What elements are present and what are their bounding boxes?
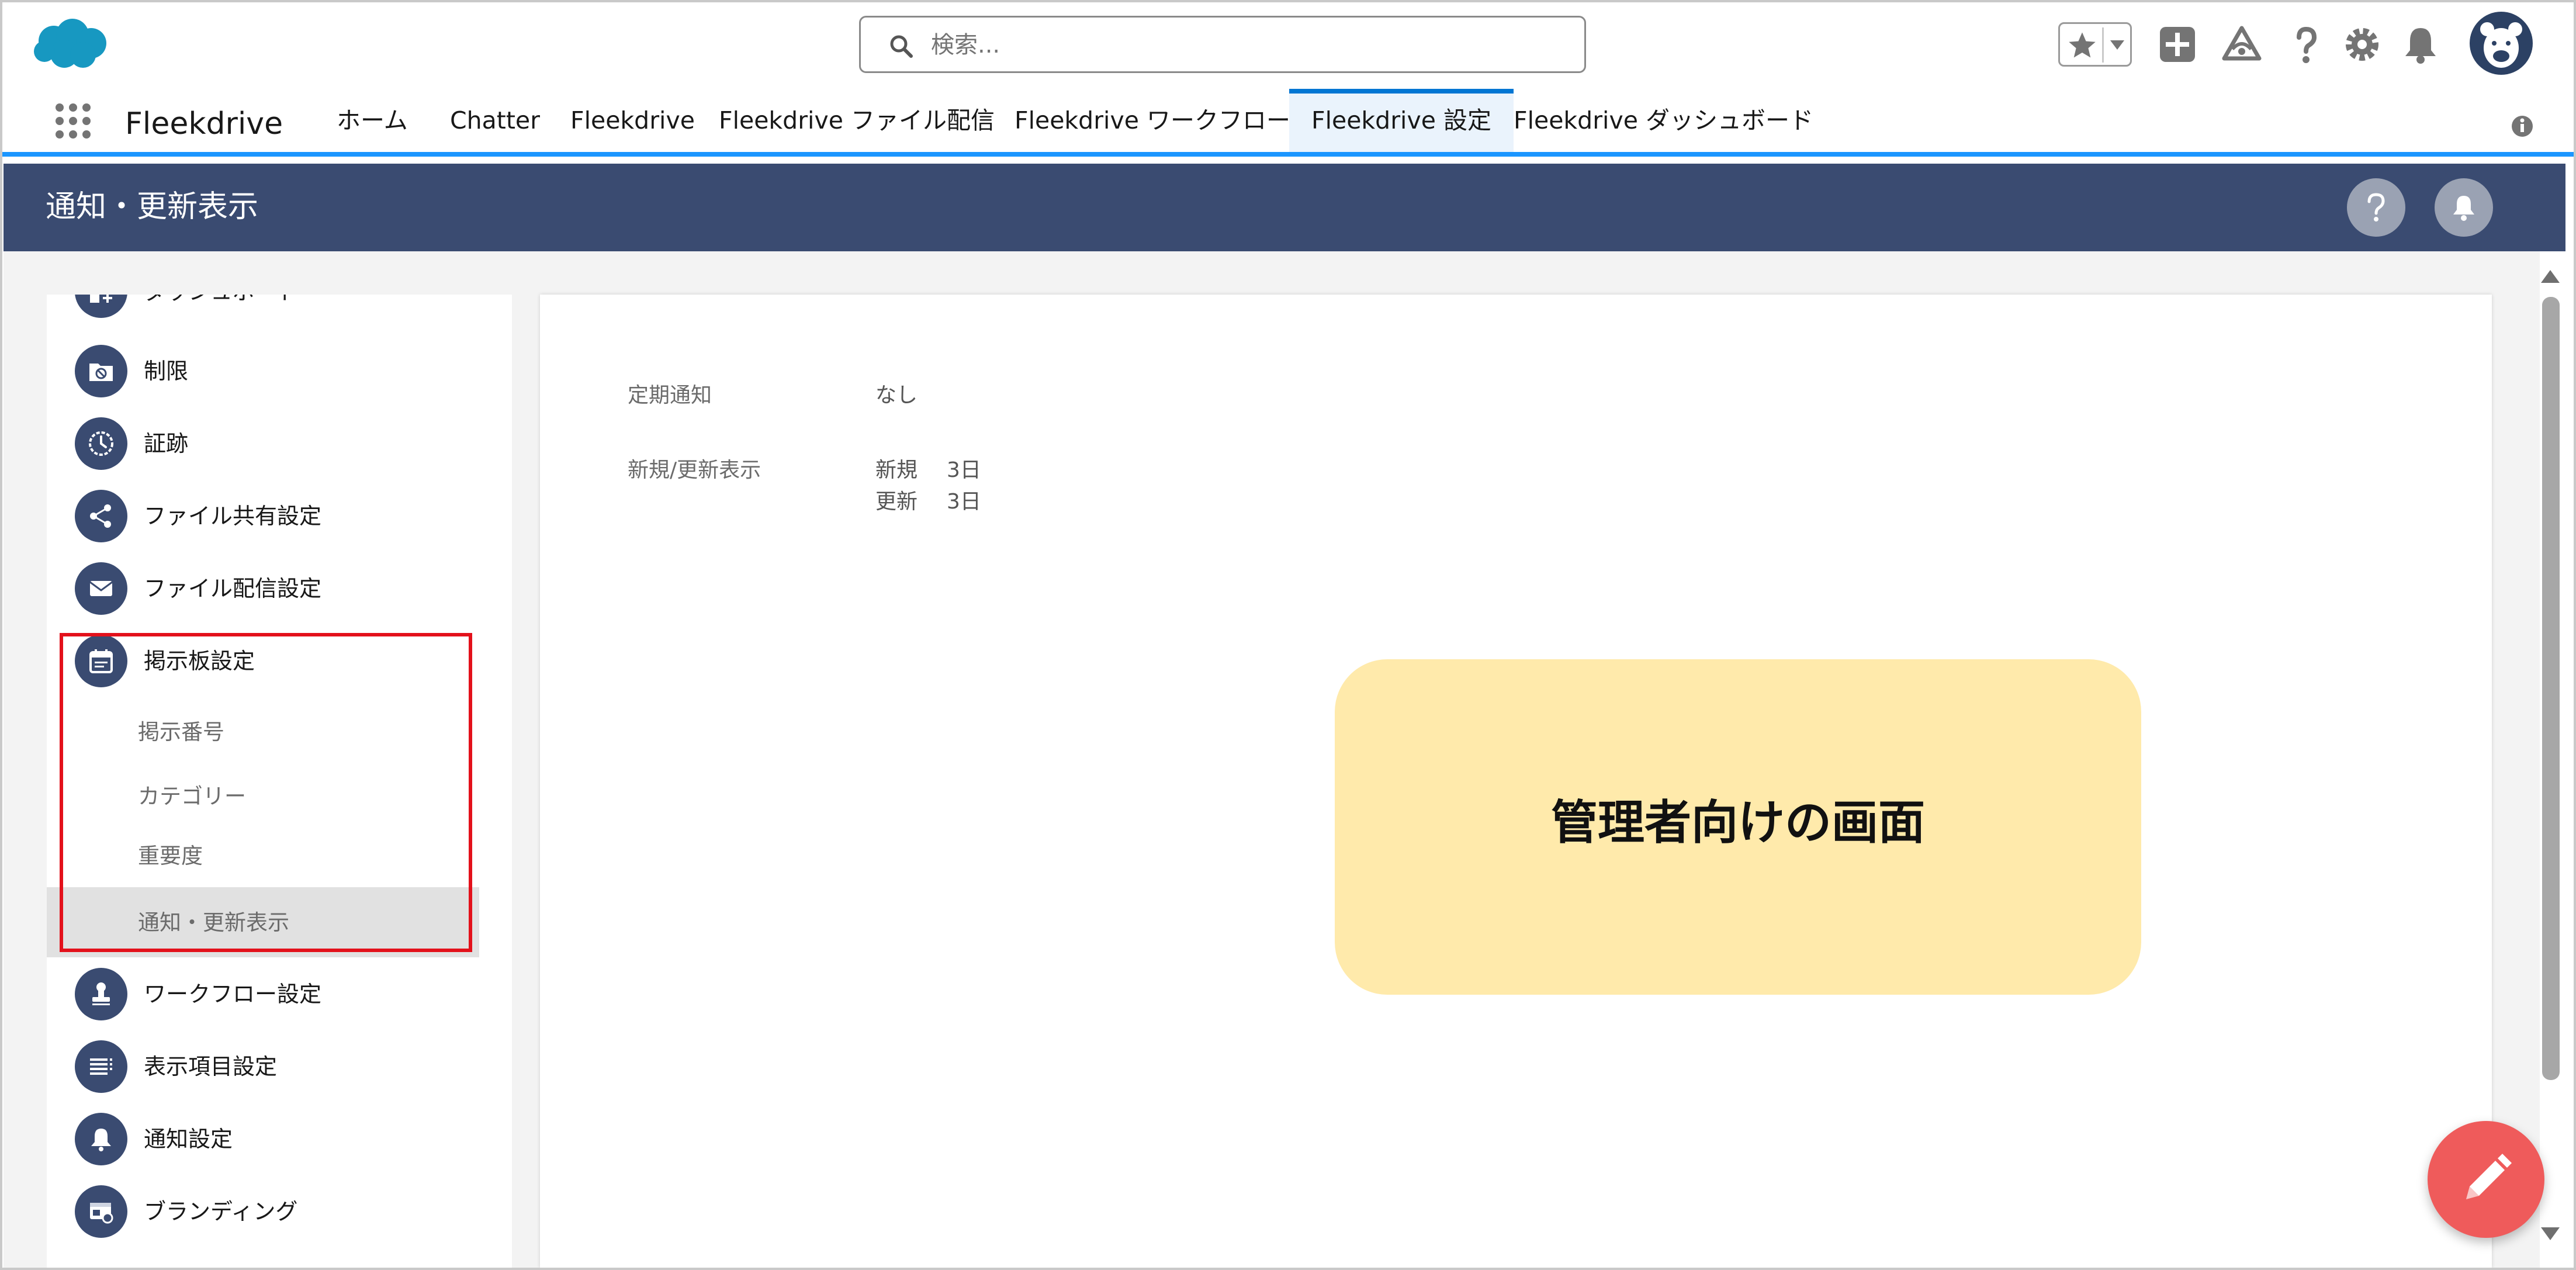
chevron-down-icon[interactable]	[2109, 38, 2125, 52]
stamp-icon	[92, 982, 110, 1005]
edit-fab-button[interactable]	[2428, 1121, 2544, 1238]
page-help-button[interactable]	[2347, 178, 2405, 237]
tab-settings[interactable]: Fleekdrive 設定	[1289, 89, 1514, 152]
favorites-button[interactable]	[2058, 22, 2132, 67]
clock-icon-wrap	[75, 417, 127, 470]
sidebar-item-label: ワークフロー設定	[144, 981, 322, 1007]
sidebar-item-label: ファイル配信設定	[144, 576, 322, 601]
sidebar-item-workflow[interactable]: ワークフロー設定	[47, 962, 512, 1026]
list-icon	[90, 1058, 112, 1075]
folder-restrict-icon	[89, 364, 113, 381]
page-scrollbar-thumb[interactable]	[2542, 297, 2560, 1080]
sidebar-item-display-fields[interactable]: 表示項目設定	[47, 1034, 512, 1099]
update-label: 更新	[875, 490, 918, 514]
star-icon	[2069, 32, 2096, 58]
page-header: 通知・更新表示	[4, 164, 2565, 251]
share-icon-wrap	[75, 490, 127, 542]
bell-icon	[91, 1129, 111, 1151]
sidebar-item-label: ダッシュボード	[144, 295, 299, 306]
trailhead-icon[interactable]	[2221, 23, 2263, 65]
info-icon[interactable]	[2511, 115, 2534, 138]
sidebar-item-restriction[interactable]: 制限	[47, 339, 512, 403]
salesforce-cloud-logo[interactable]	[30, 15, 112, 74]
tab-fleekdrive[interactable]: Fleekdrive	[548, 89, 717, 152]
periodic-notification-label: 定期通知	[628, 383, 712, 407]
new-days-value: 3日	[947, 458, 981, 482]
periodic-notification-value: なし	[875, 383, 918, 407]
favorites-divider	[2102, 27, 2104, 63]
mail-icon-wrap	[75, 562, 127, 615]
pencil-icon	[2466, 1154, 2512, 1199]
new-update-display-label: 新規/更新表示	[628, 458, 761, 482]
page-scroll-down-arrow[interactable]	[2539, 1224, 2562, 1245]
sidebar-item-audit-trail[interactable]: 証跡	[47, 411, 512, 476]
sidebar-item-label: 通知設定	[144, 1126, 233, 1152]
page-notification-button[interactable]	[2435, 178, 2493, 237]
sidebar-item-file-delivery[interactable]: ファイル配信設定	[47, 556, 512, 621]
question-icon	[2367, 193, 2385, 222]
admin-note-callout: 管理者向けの画面	[1335, 659, 2141, 995]
branding-icon-wrap	[75, 1185, 127, 1238]
clock-icon	[89, 431, 113, 456]
main-content-panel: 定期通知 なし 新規/更新表示 新規 3日 更新 3日 管理者向けの画面	[540, 295, 2492, 1268]
tab-file-delivery[interactable]: Fleekdrive ファイル配信	[697, 89, 1017, 152]
dashboard-icon-wrap	[75, 295, 127, 318]
navigation-bar: Fleekdrive ホーム Chatter Fleekdrive Fleekd…	[0, 89, 2576, 157]
sidebar-item-dashboard[interactable]: ダッシュボード	[47, 295, 512, 324]
tab-chatter[interactable]: Chatter	[428, 89, 562, 152]
sidebar-item-label: 証跡	[144, 431, 189, 456]
sidebar-item-label: ブランディング	[144, 1199, 298, 1224]
global-create-icon[interactable]	[2156, 23, 2198, 65]
global-search-input[interactable]: 検索...	[859, 16, 1586, 73]
app-name: Fleekdrive	[125, 106, 283, 141]
admin-note-text: 管理者向けの画面	[1551, 795, 1925, 850]
user-avatar[interactable]	[2470, 12, 2533, 75]
page-title: 通知・更新表示	[46, 189, 259, 224]
bell-icon	[2453, 196, 2474, 221]
dashboard-icon	[90, 295, 112, 303]
share-icon	[90, 504, 111, 528]
tab-dashboard[interactable]: Fleekdrive ダッシュボード	[1491, 89, 1836, 152]
sidebar-item-label: 表示項目設定	[144, 1054, 278, 1079]
update-days-value: 3日	[947, 490, 981, 514]
search-icon	[890, 35, 913, 58]
global-header: 検索...	[0, 0, 2576, 89]
gear-icon[interactable]	[2341, 23, 2383, 65]
sidebar-item-notification[interactable]: 通知設定	[47, 1107, 512, 1171]
tab-workflow[interactable]: Fleekdrive ワークフロー	[992, 89, 1313, 152]
app-launcher-icon[interactable]	[54, 102, 92, 140]
branding-icon	[90, 1203, 113, 1224]
bear-avatar-icon	[2480, 22, 2522, 68]
help-icon[interactable]	[2285, 23, 2327, 65]
search-placeholder: 検索...	[931, 32, 1000, 58]
bell-icon-wrap	[75, 1113, 127, 1165]
sidebar-item-file-sharing[interactable]: ファイル共有設定	[47, 484, 512, 548]
page-scroll-up-arrow[interactable]	[2539, 265, 2562, 286]
mail-icon	[89, 581, 113, 596]
sidebar-item-label: 制限	[144, 358, 189, 384]
new-label: 新規	[875, 458, 918, 482]
stamp-icon-wrap	[75, 968, 127, 1020]
folder-restrict-icon-wrap	[75, 345, 127, 397]
tab-home[interactable]: ホーム	[314, 89, 430, 152]
notification-bell-icon[interactable]	[2400, 23, 2442, 65]
list-icon-wrap	[75, 1040, 127, 1093]
sidebar-item-branding[interactable]: ブランディング	[47, 1179, 512, 1244]
highlight-annotation-box	[60, 633, 472, 952]
sidebar-item-label: ファイル共有設定	[144, 503, 322, 529]
